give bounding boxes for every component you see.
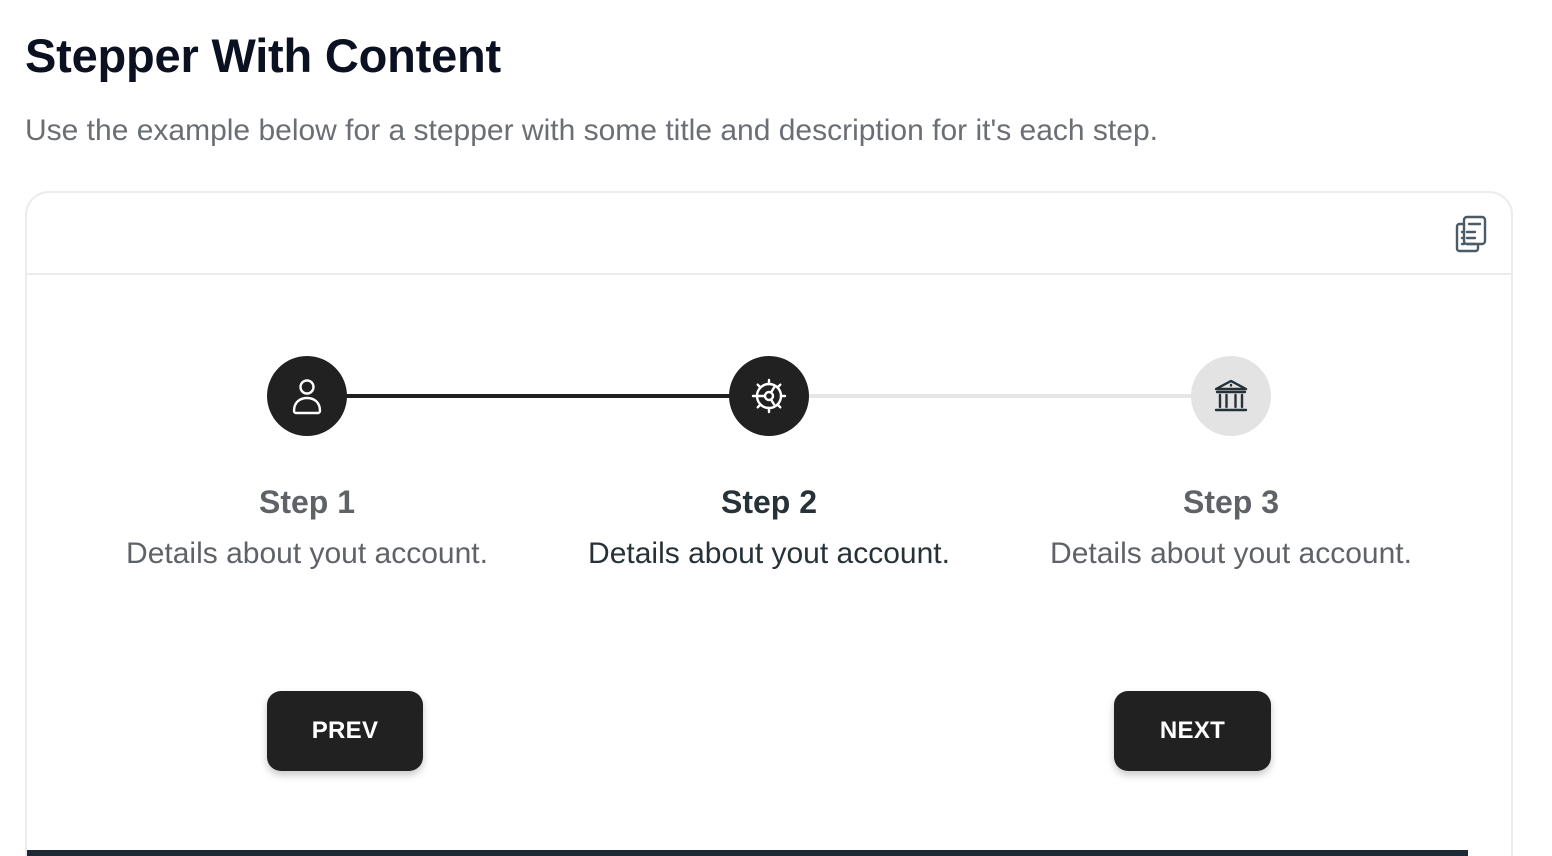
step-1-description: Details about yout account. — [126, 537, 488, 570]
building-library-icon — [1214, 379, 1248, 412]
clipboard-list-icon — [1455, 215, 1487, 253]
step-connector-completed — [307, 394, 770, 398]
step-2-description: Details about yout account. — [588, 537, 950, 570]
code-panel-edge — [27, 850, 1468, 856]
card-header — [27, 193, 1511, 275]
step-3-title: Step 3 — [1182, 484, 1280, 520]
step-2-indicator[interactable] — [729, 356, 809, 436]
step-3-description: Details about yout account. — [1050, 537, 1412, 570]
step-1-title: Step 1 — [258, 484, 356, 520]
page-title: Stepper With Content — [25, 29, 501, 82]
page: Stepper With Content Use the example bel… — [0, 0, 1552, 856]
prev-button[interactable]: PREV — [267, 691, 423, 771]
example-card: Step 1 Details about yout account. Step … — [25, 191, 1513, 856]
step-2-title: Step 2 — [720, 484, 818, 520]
page-subtitle: Use the example below for a stepper with… — [25, 114, 1158, 147]
step-2-content: Step 2 Details about yout account. — [549, 483, 989, 573]
cog-icon — [751, 378, 787, 414]
next-button[interactable]: NEXT — [1114, 691, 1271, 771]
step-connector-upcoming — [770, 394, 1233, 398]
step-1-content: Step 1 Details about yout account. — [87, 483, 527, 573]
step-3-content: Step 3 Details about yout account. — [1011, 483, 1451, 573]
copy-code-button[interactable] — [1453, 214, 1489, 254]
user-icon — [292, 379, 322, 415]
step-1-indicator[interactable] — [267, 356, 347, 436]
step-3-indicator[interactable] — [1191, 356, 1271, 436]
